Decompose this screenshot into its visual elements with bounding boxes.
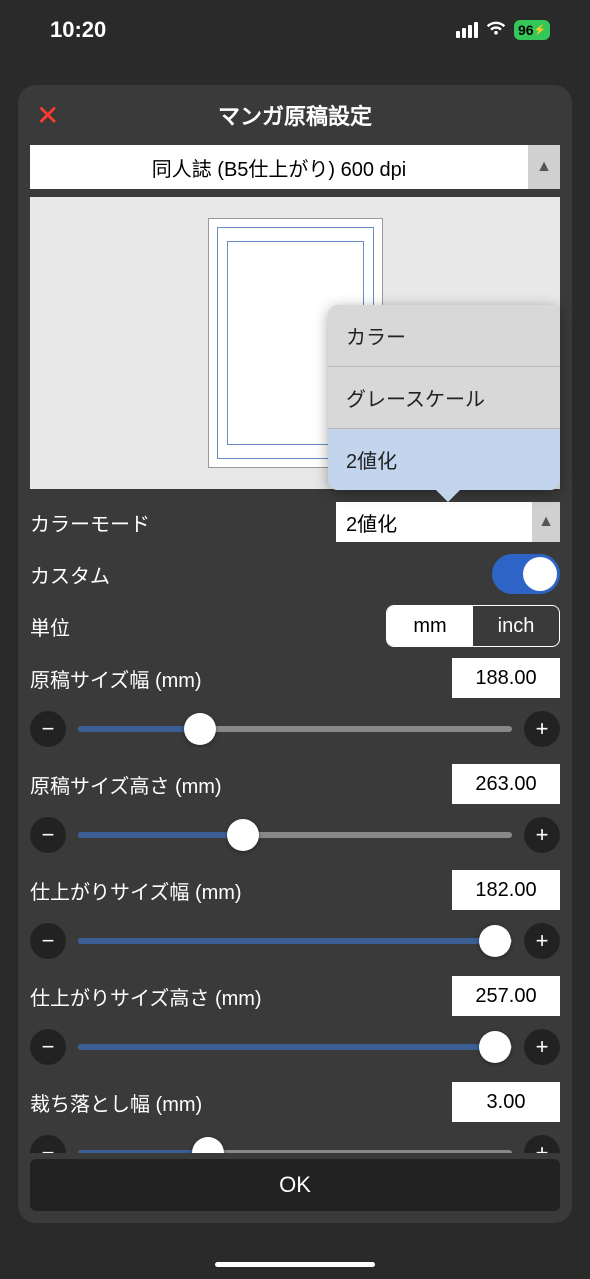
status-bar: 10:20 96⚡ [0, 0, 590, 60]
ok-button[interactable]: OK [30, 1159, 560, 1211]
bleed-input[interactable]: 3.00 [452, 1082, 560, 1122]
finish-width-input[interactable]: 182.00 [452, 870, 560, 910]
unit-inch[interactable]: inch [473, 606, 559, 646]
custom-toggle[interactable] [492, 554, 560, 594]
height-label: 原稿サイズ高さ (mm) [30, 770, 222, 799]
settings-form: カラーモード 2値化 ▲ カスタム 単位 mm inch 原稿サイズ幅 (mm)… [18, 489, 572, 1153]
page-preview: カラー グレースケール 2値化 [30, 197, 560, 489]
minus-button[interactable]: − [30, 1029, 66, 1065]
close-button[interactable]: ✕ [36, 99, 59, 132]
popup-option-color[interactable]: カラー [328, 305, 560, 366]
custom-label: カスタム [30, 560, 110, 589]
unit-mm[interactable]: mm [387, 606, 473, 646]
wifi-icon [486, 20, 506, 41]
height-input[interactable]: 263.00 [452, 764, 560, 804]
color-mode-label: カラーモード [30, 508, 150, 537]
status-time: 10:20 [50, 17, 106, 43]
plus-button[interactable]: + [524, 1029, 560, 1065]
slider-track[interactable] [78, 832, 512, 838]
plus-button[interactable]: + [524, 923, 560, 959]
finish-width-label: 仕上がりサイズ幅 (mm) [30, 876, 242, 905]
modal-title: マンガ原稿設定 [218, 99, 372, 131]
slider-track[interactable] [78, 726, 512, 732]
home-indicator[interactable] [215, 1262, 375, 1267]
minus-button[interactable]: − [30, 711, 66, 747]
unit-label: 単位 [30, 612, 70, 641]
width-input[interactable]: 188.00 [452, 658, 560, 698]
cellular-icon [456, 22, 478, 38]
color-mode-popup: カラー グレースケール 2値化 [328, 305, 560, 490]
color-mode-select[interactable]: 2値化 ▲ [336, 502, 560, 542]
chevron-up-icon: ▲ [528, 145, 560, 189]
finish-height-slider[interactable]: − + [30, 1025, 560, 1069]
slider-track[interactable] [78, 1150, 512, 1153]
plus-button[interactable]: + [524, 817, 560, 853]
status-indicators: 96⚡ [456, 20, 550, 41]
plus-button[interactable]: + [524, 711, 560, 747]
bleed-slider[interactable]: − + [30, 1131, 560, 1153]
manga-settings-modal: ✕ マンガ原稿設定 同人誌 (B5仕上がり) 600 dpi ▲ カラー グレー… [18, 85, 572, 1223]
slider-track[interactable] [78, 938, 512, 944]
finish-width-slider[interactable]: − + [30, 919, 560, 963]
slider-track[interactable] [78, 1044, 512, 1050]
minus-button[interactable]: − [30, 923, 66, 959]
preset-dropdown[interactable]: 同人誌 (B5仕上がり) 600 dpi ▲ [30, 145, 560, 189]
chevron-up-icon: ▲ [532, 502, 560, 542]
width-slider[interactable]: − + [30, 707, 560, 751]
minus-button[interactable]: − [30, 817, 66, 853]
plus-button[interactable]: + [524, 1135, 560, 1153]
preset-label: 同人誌 (B5仕上がり) 600 dpi [30, 153, 528, 182]
height-slider[interactable]: − + [30, 813, 560, 857]
modal-header: ✕ マンガ原稿設定 [18, 85, 572, 145]
bleed-label: 裁ち落とし幅 (mm) [30, 1088, 202, 1117]
unit-segmented-control[interactable]: mm inch [386, 605, 560, 647]
popup-option-binary[interactable]: 2値化 [328, 428, 560, 490]
popup-option-grayscale[interactable]: グレースケール [328, 366, 560, 428]
finish-height-input[interactable]: 257.00 [452, 976, 560, 1016]
width-label: 原稿サイズ幅 (mm) [30, 664, 202, 693]
minus-button[interactable]: − [30, 1135, 66, 1153]
battery-indicator: 96⚡ [514, 20, 550, 40]
color-mode-value: 2値化 [336, 508, 532, 537]
finish-height-label: 仕上がりサイズ高さ (mm) [30, 982, 262, 1011]
